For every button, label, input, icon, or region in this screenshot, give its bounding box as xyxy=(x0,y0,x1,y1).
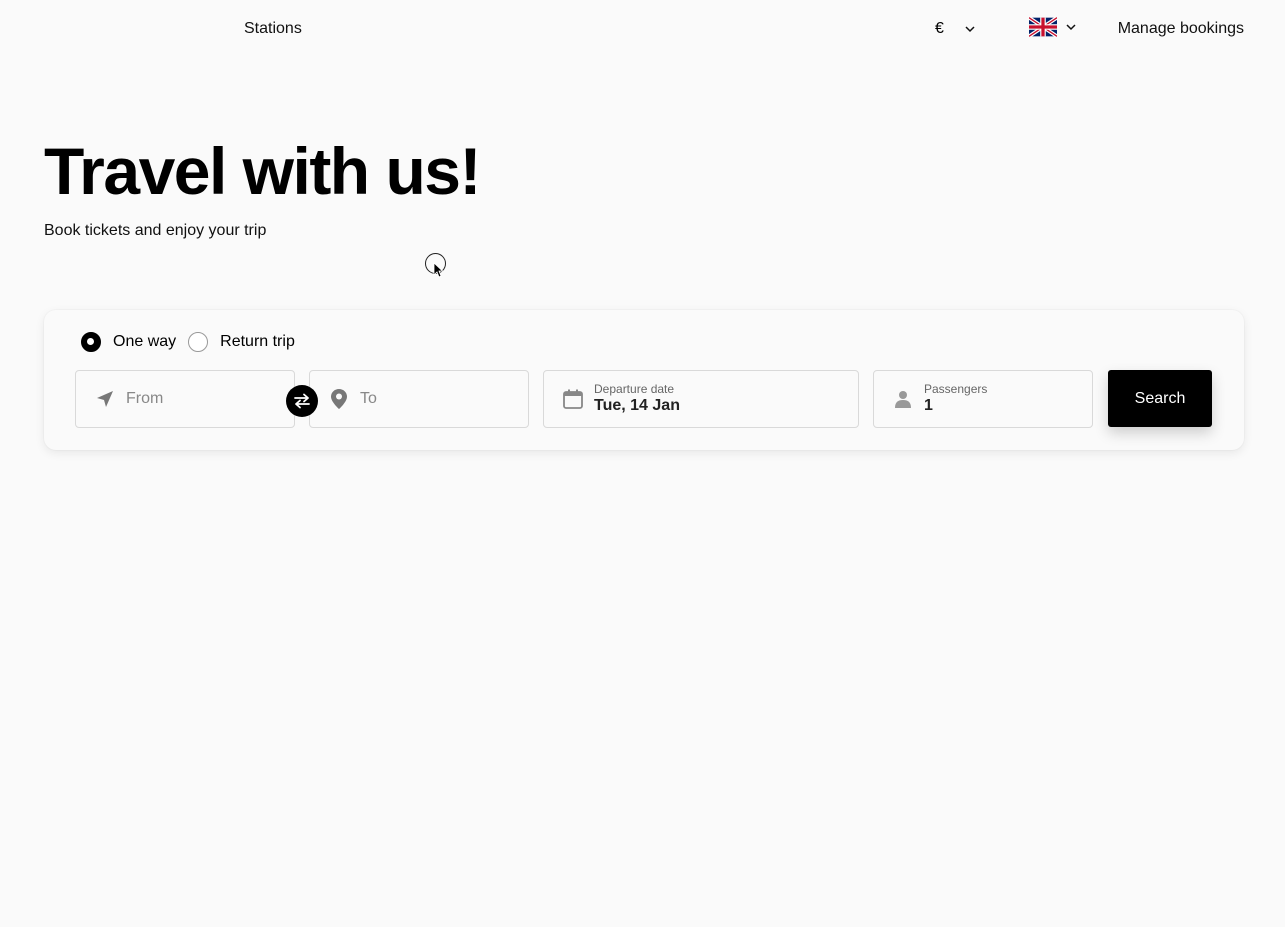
radio-return-trip[interactable]: Return trip xyxy=(188,332,295,352)
nav-link-stations[interactable]: Stations xyxy=(244,19,302,39)
hero-subtitle: Book tickets and enjoy your trip xyxy=(44,222,267,239)
chevron-down-icon xyxy=(1066,24,1076,31)
departure-date-field[interactable]: Departure date Tue, 14 Jan xyxy=(543,370,859,428)
calendar-icon xyxy=(562,388,584,410)
uk-flag-icon xyxy=(1029,17,1057,37)
passengers-field[interactable]: Passengers 1 xyxy=(873,370,1093,428)
passengers-value: 1 xyxy=(924,397,933,414)
navigation-arrow-icon xyxy=(94,388,116,410)
page: Stations € Manage bookings Travel with u… xyxy=(0,0,1285,927)
from-input[interactable] xyxy=(126,390,276,408)
trip-type-group: One way Return trip xyxy=(81,332,295,352)
radio-one-way[interactable]: One way xyxy=(81,332,176,352)
from-field[interactable] xyxy=(75,370,295,428)
to-field[interactable] xyxy=(309,370,529,428)
chevron-down-icon xyxy=(965,26,975,33)
language-selector[interactable] xyxy=(1029,17,1077,37)
radio-return-trip-dot[interactable] xyxy=(188,332,209,352)
person-icon xyxy=(892,388,914,410)
currency-selector[interactable]: € xyxy=(935,18,976,40)
departure-date-value: Tue, 14 Jan xyxy=(594,397,680,414)
passengers-label: Passengers xyxy=(924,382,988,396)
radio-one-way-label: One way xyxy=(113,333,177,350)
currency-symbol: € xyxy=(935,20,944,37)
search-button[interactable]: Search xyxy=(1108,370,1212,427)
swap-arrows-icon xyxy=(294,393,310,409)
radio-one-way-dot[interactable] xyxy=(81,332,101,352)
map-pin-icon xyxy=(328,388,350,410)
cursor-arrow-icon xyxy=(433,262,443,278)
hero-title: Travel with us! xyxy=(44,134,481,208)
departure-date-label: Departure date xyxy=(594,382,675,396)
to-input[interactable] xyxy=(360,390,510,408)
manage-bookings-link[interactable]: Manage bookings xyxy=(1118,19,1244,39)
radio-return-trip-label: Return trip xyxy=(220,333,295,350)
search-card: One way Return trip From To Departure da… xyxy=(44,310,1244,450)
swap-button[interactable] xyxy=(286,385,318,417)
